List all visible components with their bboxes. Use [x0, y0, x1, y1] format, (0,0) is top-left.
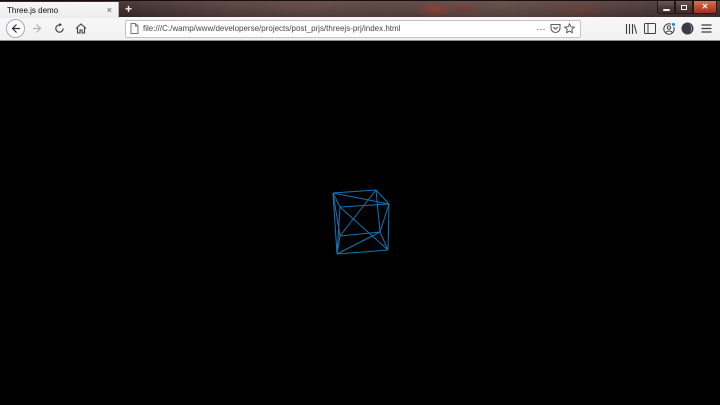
account-notification-badge [671, 21, 676, 27]
forward-button[interactable] [26, 18, 48, 40]
pocket-button[interactable] [548, 21, 562, 37]
page-actions-icon: ⋯ [536, 23, 546, 34]
menu-button[interactable] [697, 18, 716, 40]
new-tab-icon: + [124, 2, 132, 16]
minimize-button[interactable] [657, 1, 675, 14]
pocket-icon [549, 23, 561, 34]
maximize-icon [681, 4, 687, 10]
maximize-button[interactable] [675, 1, 693, 14]
account-button[interactable] [659, 18, 678, 40]
library-button[interactable] [621, 18, 640, 40]
back-icon [5, 19, 25, 38]
sidebar-icon [643, 23, 656, 34]
cube-canvas [332, 189, 390, 255]
page-icon [130, 23, 139, 34]
home-button[interactable] [70, 18, 92, 40]
close-tab-icon[interactable]: × [105, 5, 114, 15]
bookmark-star-button[interactable] [562, 21, 576, 37]
forward-icon [32, 24, 41, 33]
window-controls: ✕ [657, 1, 717, 14]
darkmode-extension-icon [681, 22, 694, 35]
darkmode-extension-button[interactable] [678, 18, 697, 40]
tab-threejs-demo[interactable]: Three.js demo × [0, 2, 119, 18]
page-actions-button[interactable]: ⋯ [534, 21, 548, 37]
navigation-toolbar: file:///C:/wamp/www/developerse/projects… [0, 17, 720, 41]
back-button[interactable] [4, 18, 26, 40]
url-text[interactable]: file:///C:/wamp/www/developerse/projects… [143, 24, 534, 33]
sidebar-button[interactable] [640, 18, 659, 40]
close-window-button[interactable]: ✕ [693, 1, 717, 14]
tab-title: Three.js demo [7, 5, 59, 15]
url-bar[interactable]: file:///C:/wamp/www/developerse/projects… [125, 19, 581, 38]
reload-icon [54, 23, 64, 33]
page-content-threejs-scene [0, 41, 720, 405]
titlebar: Three.js demo × + ✕ [0, 0, 720, 18]
library-icon [625, 23, 637, 34]
home-icon [75, 23, 87, 34]
reload-button[interactable] [48, 18, 70, 40]
close-window-icon: ✕ [701, 2, 709, 11]
minimize-icon [662, 8, 670, 11]
bookmark-star-icon [563, 23, 575, 34]
menu-icon [701, 24, 712, 33]
new-tab-button[interactable]: + [121, 2, 136, 18]
